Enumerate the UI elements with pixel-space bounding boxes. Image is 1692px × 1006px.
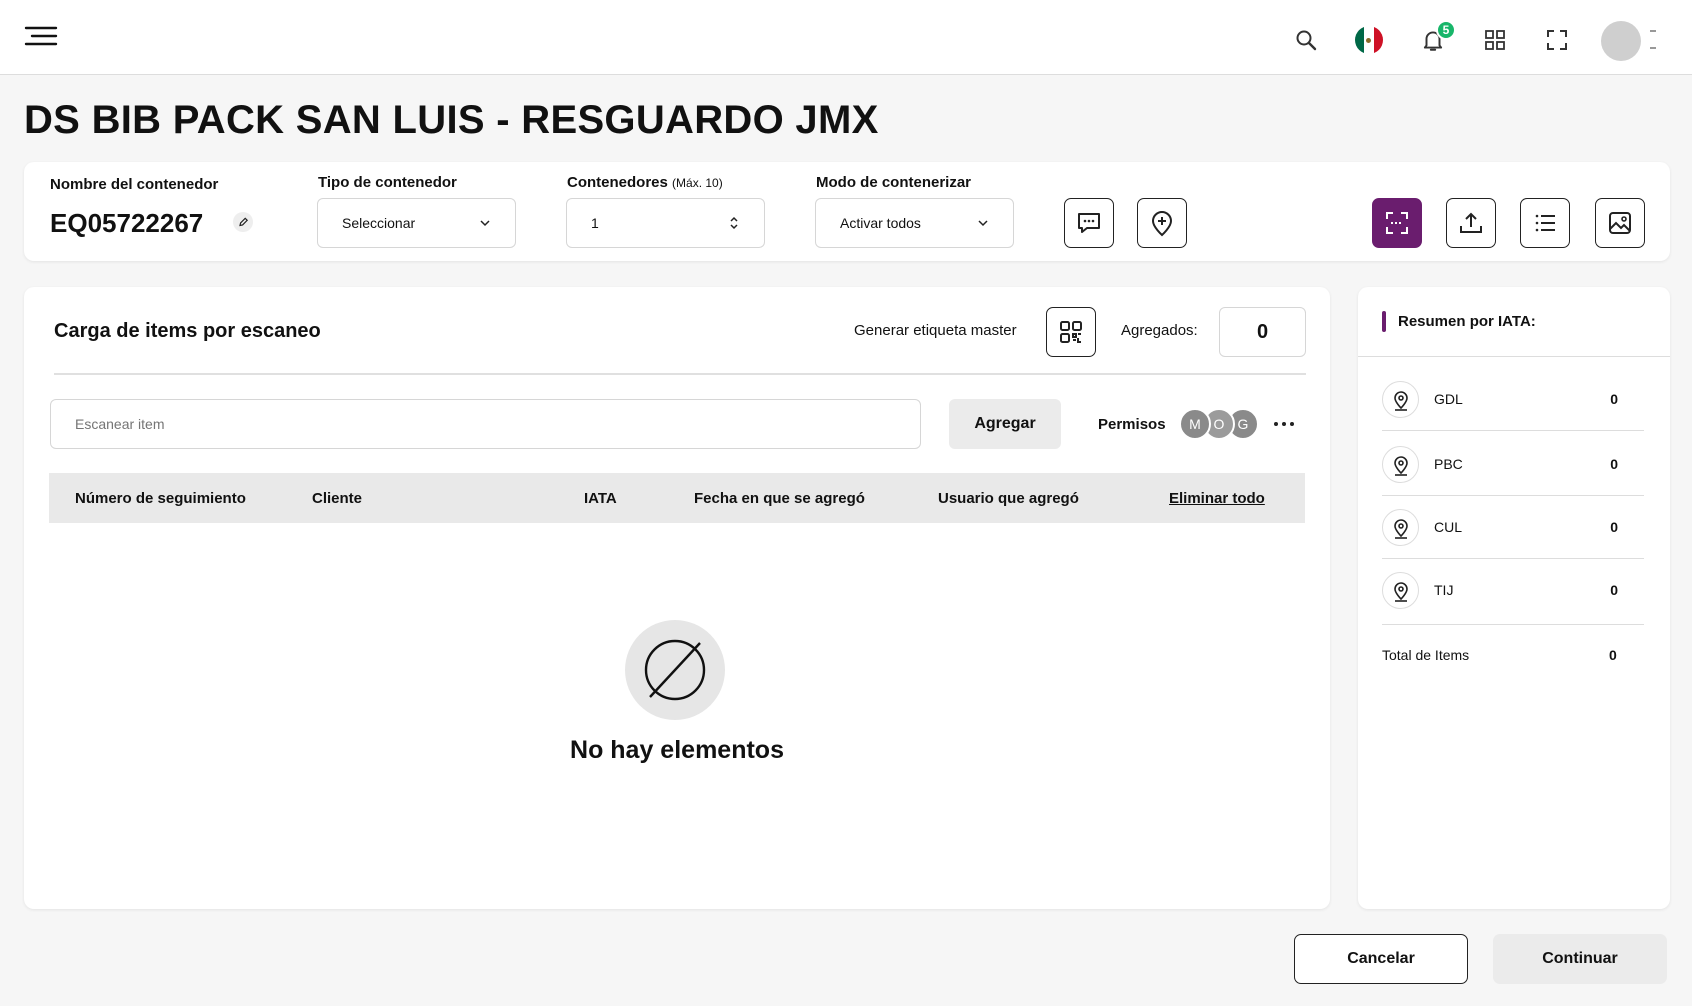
more-options-icon[interactable] xyxy=(1272,414,1296,434)
generate-master-label-button[interactable] xyxy=(1046,307,1096,357)
iata-row: GDL 0 xyxy=(1382,367,1644,431)
iata-count: 0 xyxy=(1610,391,1618,407)
add-location-button[interactable] xyxy=(1137,198,1187,248)
iata-code: PBC xyxy=(1434,456,1463,472)
container-type-select[interactable]: Seleccionar xyxy=(317,198,516,248)
page-title: DS BIB PACK SAN LUIS - RESGUARDO JMX xyxy=(24,98,879,142)
column-header: Número de seguimiento xyxy=(75,490,246,507)
accent-bar xyxy=(1382,311,1386,332)
column-header: IATA xyxy=(584,490,617,507)
top-bar: 5 xyxy=(0,0,1692,75)
container-name-label: Nombre del contenedor xyxy=(50,176,219,193)
location-pin-icon xyxy=(1382,509,1419,546)
upload-icon xyxy=(1460,212,1482,233)
container-type-value: Seleccionar xyxy=(342,215,416,231)
location-pin-icon xyxy=(1382,572,1419,609)
iata-row: CUL 0 xyxy=(1382,495,1644,559)
divider xyxy=(54,373,1306,375)
add-item-button[interactable]: Agregar xyxy=(949,399,1061,449)
containerize-mode-select[interactable]: Activar todos xyxy=(815,198,1014,248)
grid-icon[interactable] xyxy=(1480,25,1510,55)
added-count: 0 xyxy=(1219,307,1306,357)
user-menu-indicator-2 xyxy=(1650,47,1656,49)
container-name-value: EQ05722267 xyxy=(50,208,204,238)
containerize-mode-label: Modo de contenerizar xyxy=(816,174,972,191)
container-count-stepper[interactable]: 1 xyxy=(566,198,765,248)
image-icon xyxy=(1609,212,1631,234)
total-items-label: Total de Items xyxy=(1382,647,1470,663)
stepper-arrows-icon[interactable] xyxy=(728,215,740,231)
summary-title: Resumen por IATA: xyxy=(1398,313,1536,330)
container-config-card: Nombre del contenedor EQ05722267 Tipo de… xyxy=(24,162,1670,261)
iata-count: 0 xyxy=(1610,456,1618,472)
column-header: Cliente xyxy=(312,490,363,507)
permissions-label: Permisos xyxy=(1098,416,1166,433)
mexico-flag-icon[interactable] xyxy=(1355,26,1383,54)
divider xyxy=(1358,356,1670,357)
scan-mode-button[interactable] xyxy=(1372,198,1422,248)
fullscreen-icon[interactable] xyxy=(1542,25,1572,55)
user-avatar[interactable] xyxy=(1601,21,1641,61)
column-header: Usuario que agregó xyxy=(938,490,1079,507)
iata-code: TIJ xyxy=(1434,582,1454,598)
added-label: Agregados: xyxy=(1121,322,1198,339)
container-count-label: Contenedores (Máx. 10) xyxy=(567,174,723,191)
column-header: Fecha en que se agregó xyxy=(694,490,865,507)
empty-state-text: No hay elementos xyxy=(570,736,784,764)
iata-count: 0 xyxy=(1610,582,1618,598)
comments-button[interactable] xyxy=(1064,198,1114,248)
location-pin-icon xyxy=(1382,381,1419,418)
chevron-down-icon xyxy=(480,220,490,227)
iata-row: PBC 0 xyxy=(1382,432,1644,496)
continue-button[interactable]: Continuar xyxy=(1493,934,1667,984)
comment-icon xyxy=(1078,213,1100,233)
container-count-value: 1 xyxy=(591,215,599,231)
iata-code: GDL xyxy=(1434,391,1463,407)
container-type-label: Tipo de contenedor xyxy=(318,174,457,191)
iata-row: TIJ 0 xyxy=(1382,558,1644,625)
total-items-value: 0 xyxy=(1609,647,1617,663)
add-pin-icon xyxy=(1151,211,1173,237)
iata-count: 0 xyxy=(1610,519,1618,535)
container-count-hint: (Máx. 10) xyxy=(672,176,723,190)
scan-card-title: Carga de items por escaneo xyxy=(54,320,321,342)
upload-button[interactable] xyxy=(1446,198,1496,248)
iata-code: CUL xyxy=(1434,519,1463,535)
permission-avatar[interactable]: M xyxy=(1179,408,1211,440)
scan-item-input[interactable] xyxy=(50,399,921,449)
master-label-text: Generar etiqueta master xyxy=(854,322,1017,339)
location-pin-icon xyxy=(1382,446,1419,483)
list-view-button[interactable] xyxy=(1520,198,1570,248)
items-table-header: Número de seguimiento Cliente IATA Fecha… xyxy=(49,473,1305,523)
qr-code-icon xyxy=(1060,321,1082,343)
list-icon xyxy=(1535,214,1555,232)
scan-icon xyxy=(1386,212,1408,234)
menu-icon[interactable] xyxy=(22,24,58,48)
edit-pencil-icon[interactable] xyxy=(233,212,253,232)
chevron-down-icon xyxy=(978,220,988,227)
user-menu-indicator[interactable] xyxy=(1650,30,1656,32)
image-button[interactable] xyxy=(1595,198,1645,248)
containerize-mode-value: Activar todos xyxy=(840,215,921,231)
cancel-button[interactable]: Cancelar xyxy=(1294,934,1468,984)
search-icon[interactable] xyxy=(1291,25,1321,55)
notification-badge: 5 xyxy=(1436,20,1456,40)
delete-all-link[interactable]: Eliminar todo xyxy=(1169,490,1265,507)
scan-item-field[interactable] xyxy=(75,416,896,432)
scan-card xyxy=(24,287,1330,909)
empty-state-icon xyxy=(625,620,725,720)
